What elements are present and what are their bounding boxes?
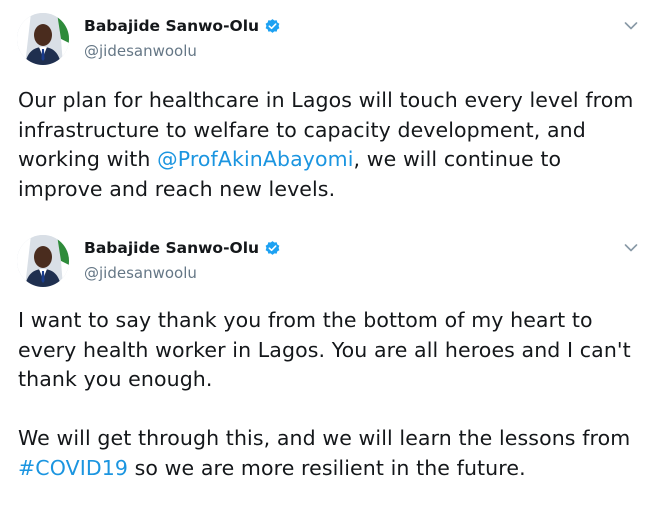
tweet-text: Our plan for healthcare in Lagos will to… [18,86,648,204]
display-name-text: Babajide Sanwo-Olu [84,17,260,35]
chevron-down-icon[interactable] [624,243,638,253]
tweet-text: I want to say thank you from the bottom … [18,306,648,483]
hashtag-link[interactable]: #COVID19 [18,456,128,480]
tweet: Babajide Sanwo-Olu @jidesanwoolu Our pla… [0,0,661,222]
display-name[interactable]: Babajide Sanwo-Olu [84,239,281,257]
tweet-paragraph: Our plan for healthcare in Lagos will to… [18,86,648,204]
verified-badge-icon [265,240,280,255]
handle[interactable]: @jidesanwoolu [84,264,197,282]
tweet: Babajide Sanwo-Olu @jidesanwoolu I want … [0,222,661,511]
tweet-paragraph: I want to say thank you from the bottom … [18,308,631,391]
profile-photo [17,13,69,65]
profile-photo [17,235,69,287]
mention-link[interactable]: @ProfAkinAbayomi [157,147,353,171]
tweet-paragraph: We will get through this, and we will le… [18,424,648,483]
handle[interactable]: @jidesanwoolu [84,42,197,60]
verified-badge-icon [265,18,280,33]
display-name[interactable]: Babajide Sanwo-Olu [84,17,281,35]
tweet-text-segment: We will get through this, and we will le… [18,426,631,450]
avatar[interactable] [17,13,69,65]
avatar[interactable] [17,235,69,287]
tweet-text-segment: so we are more resilient in the future. [128,455,526,480]
display-name-text: Babajide Sanwo-Olu [84,239,260,257]
chevron-down-icon[interactable] [624,21,638,31]
